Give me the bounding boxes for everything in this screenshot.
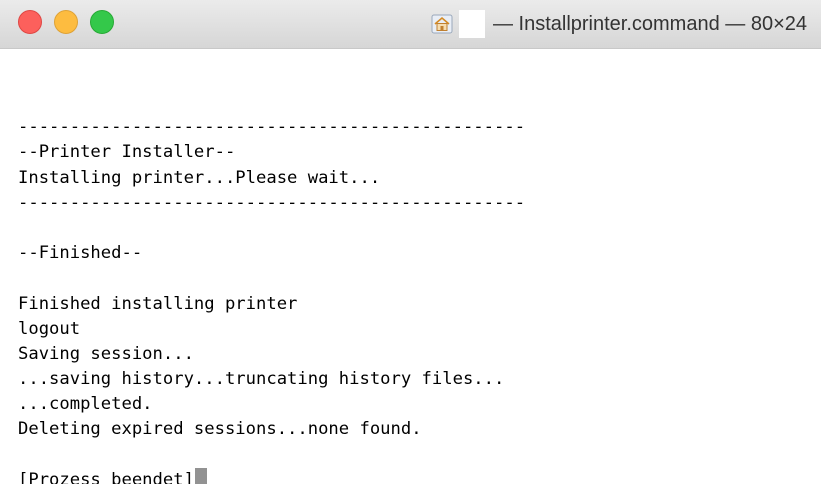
terminal-line-text: --Printer Installer-- [18, 142, 236, 163]
terminal-line-text: ...completed. [18, 394, 153, 415]
terminal-line: --Finished-- [18, 241, 811, 266]
terminal-line-text: ----------------------------------------… [18, 192, 526, 213]
terminal-line: logout [18, 317, 811, 342]
home-folder-icon [431, 14, 453, 34]
terminal-line: --Printer Installer-- [18, 140, 811, 165]
terminal-line-text: Saving session... [18, 343, 194, 364]
title-bar[interactable]: — Installprinter.command — 80×24 [0, 0, 821, 49]
terminal-line-text: Finished installing printer [18, 293, 298, 314]
terminal-window: — Installprinter.command — 80×24 -------… [0, 0, 821, 484]
terminal-line: Saving session... [18, 342, 811, 367]
text-cursor [194, 467, 207, 484]
window-title-group: — Installprinter.command — 80×24 [431, 10, 807, 38]
terminal-line: Finished installing printer [18, 292, 811, 317]
terminal-line: ----------------------------------------… [18, 115, 811, 140]
terminal-output[interactable]: ----------------------------------------… [18, 90, 811, 484]
terminal-line-text: logout [18, 318, 81, 339]
terminal-line: Installing printer...Please wait... [18, 166, 811, 191]
terminal-line-text: Installing printer...Please wait... [18, 167, 381, 188]
terminal-line-text: ----------------------------------------… [18, 117, 526, 138]
terminal-line-text: [Prozess beendet] [18, 469, 194, 484]
title-redacted-area [458, 10, 485, 38]
zoom-button[interactable] [90, 10, 114, 34]
close-button[interactable] [18, 10, 42, 34]
minimize-button[interactable] [54, 10, 78, 34]
terminal-line-text: Deleting expired sessions...none found. [18, 419, 422, 440]
terminal-line: ...saving history...truncating history f… [18, 367, 811, 392]
terminal-line: Deleting expired sessions...none found. [18, 417, 811, 442]
terminal-line: ...completed. [18, 392, 811, 417]
terminal-line: ----------------------------------------… [18, 191, 811, 216]
window-title: — Installprinter.command — 80×24 [492, 12, 807, 35]
terminal-line: [Prozess beendet] [18, 467, 811, 484]
terminal-line-text: ...saving history...truncating history f… [18, 369, 505, 390]
terminal-line-text: --Finished-- [18, 243, 143, 264]
